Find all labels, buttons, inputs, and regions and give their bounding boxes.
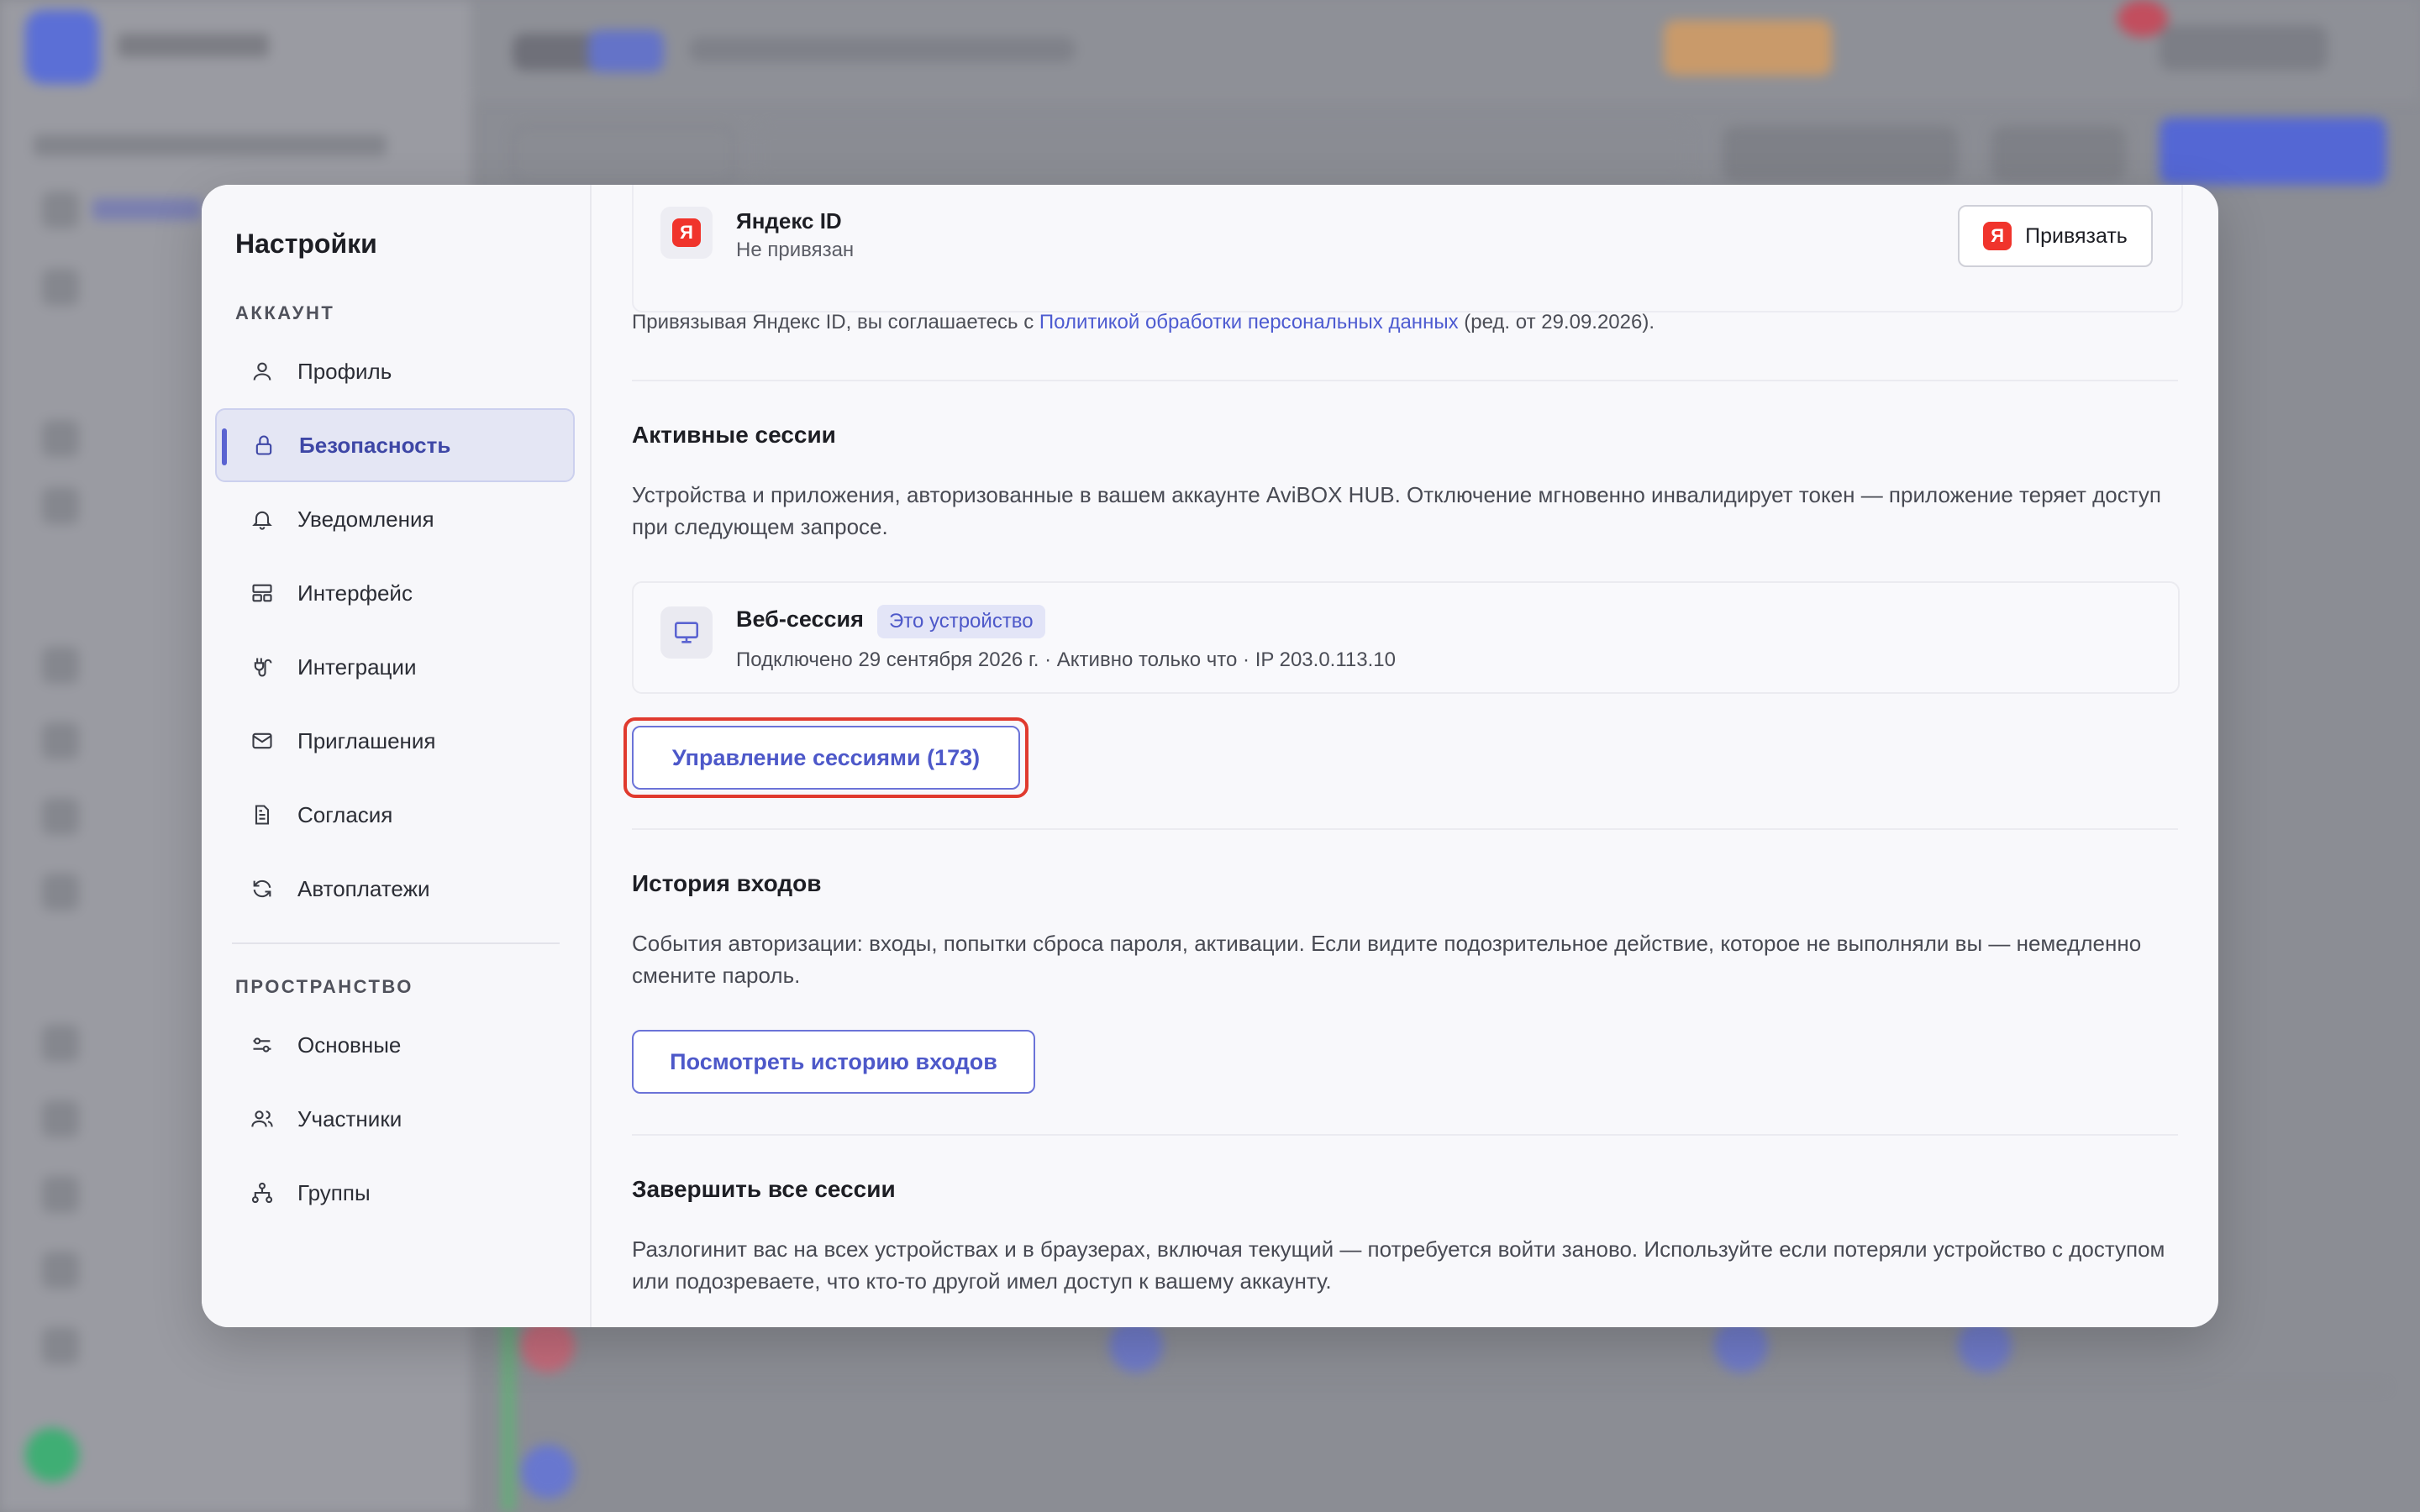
- space-section-label: ПРОСТРАНСТВО: [235, 976, 413, 997]
- bell-icon: [249, 506, 276, 533]
- bg-pill: [2160, 25, 2328, 71]
- document-icon: [249, 801, 276, 828]
- bg-line: [34, 134, 387, 156]
- bg-accent: [501, 1310, 516, 1512]
- app-logo: [25, 10, 99, 84]
- bg-line: [92, 198, 202, 220]
- bg-icon: [42, 192, 79, 228]
- nav-item-label: Согласия: [297, 801, 393, 827]
- bg-icon: [42, 722, 79, 759]
- plug-icon: [249, 654, 276, 680]
- nav-item-interface[interactable]: Интерфейс: [215, 556, 575, 630]
- active-sessions-heading: Активные сессии: [632, 422, 836, 448]
- this-device-badge: Это устройство: [877, 605, 1045, 638]
- sliders-icon: [249, 1032, 276, 1058]
- settings-content: × Я Яндекс ID Не привязан Я Привязать Пр…: [592, 185, 2218, 1327]
- brand-placeholder: [118, 34, 269, 57]
- manage-sessions-button[interactable]: Управление сессиями (173): [632, 726, 1020, 790]
- bg-pill: [2160, 118, 2386, 185]
- nav-item-label: Безопасность: [299, 432, 451, 458]
- session-title: Веб-сессия: [736, 606, 864, 632]
- yandex-status: Не привязан: [736, 239, 855, 261]
- bg-row: [504, 1386, 2386, 1388]
- bg-pill: [756, 126, 1689, 181]
- current-session-card: Веб-сессия Это устройство Подключено 29 …: [632, 581, 2180, 694]
- bg-icon: [42, 269, 79, 306]
- nav-item-groups[interactable]: Группы: [215, 1156, 575, 1230]
- bind-yandex-button[interactable]: Я Привязать: [1958, 205, 2153, 267]
- settings-modal: Настройки АККАУНТ Профиль Безопасность У…: [202, 185, 2218, 1327]
- nav-item-members[interactable]: Участники: [215, 1082, 575, 1156]
- bg-pill: [1664, 20, 1832, 76]
- nav-item-label: Уведомления: [297, 506, 434, 532]
- section-divider: [632, 380, 2178, 381]
- bg-icon: [42, 420, 79, 457]
- background-topbar: [471, 0, 2420, 101]
- yandex-consent-text: Привязывая Яндекс ID, вы соглашаетесь с …: [632, 311, 2218, 334]
- terminate-sessions-description: Разлогинит вас на всех устройствах и в б…: [632, 1236, 2165, 1294]
- consent-prefix: Привязывая Яндекс ID, вы соглашаетесь с: [632, 311, 1034, 333]
- bg-icon: [42, 1327, 79, 1364]
- nav-divider: [232, 942, 560, 944]
- login-history-description: События авторизации: входы, попытки сбро…: [632, 931, 2142, 988]
- bg-pill: [1723, 126, 1958, 181]
- nav-item-label: Интеграции: [297, 654, 417, 680]
- section-divider: [632, 1134, 2178, 1136]
- nav-item-general[interactable]: Основные: [215, 1008, 575, 1082]
- user-icon: [249, 358, 276, 385]
- bg-icon: [42, 874, 79, 911]
- bg-pill: [689, 37, 1076, 62]
- session-meta: Подключено 29 сентября 2026 г. · Активно…: [736, 648, 1396, 671]
- refresh-icon: [249, 875, 276, 902]
- user-avatar: [25, 1428, 79, 1482]
- bg-icon: [42, 1025, 79, 1062]
- login-history-heading: История входов: [632, 870, 822, 896]
- bg-dot: [521, 1445, 575, 1499]
- nav-item-autopayments[interactable]: Автоплатежи: [215, 852, 575, 926]
- nav-item-label: Автоплатежи: [297, 875, 430, 901]
- monitor-icon: [660, 606, 713, 659]
- privacy-policy-link[interactable]: Политикой обработки персональных данных: [1039, 311, 1459, 333]
- nav-item-profile[interactable]: Профиль: [215, 334, 575, 408]
- bind-label: Привязать: [2025, 223, 2128, 248]
- lock-icon: [250, 432, 277, 459]
- account-section-label: АККАУНТ: [235, 302, 335, 323]
- bg-icon: [42, 798, 79, 835]
- nav-item-consents[interactable]: Согласия: [215, 778, 575, 852]
- mail-icon: [249, 727, 276, 754]
- bg-icon: [42, 487, 79, 524]
- yandex-id-card: Я Яндекс ID Не привязан Я Привязать: [632, 185, 2183, 312]
- nav-item-label: Группы: [297, 1179, 371, 1205]
- view-login-history-button[interactable]: Посмотреть историю входов: [632, 1030, 1035, 1094]
- consent-suffix: (ред. от 29.09.2026).: [1464, 311, 1655, 333]
- users-icon: [249, 1105, 276, 1132]
- yandex-title: Яндекс ID: [736, 208, 842, 234]
- bg-icon: [42, 1176, 79, 1213]
- yandex-icon: Я: [660, 207, 713, 259]
- terminate-sessions-heading: Завершить все сессии: [632, 1176, 896, 1202]
- bg-icon: [42, 1100, 79, 1137]
- hierarchy-icon: [249, 1179, 276, 1206]
- yandex-badge: Я: [672, 218, 701, 247]
- nav-item-label: Профиль: [297, 358, 392, 384]
- nav-item-security[interactable]: Безопасность: [215, 408, 575, 482]
- yandex-icon: Я: [1983, 222, 2012, 250]
- bg-pill: [513, 126, 734, 185]
- nav-item-integrations[interactable]: Интеграции: [215, 630, 575, 704]
- active-sessions-description: Устройства и приложения, авторизованные …: [632, 482, 2161, 539]
- settings-title: Настройки: [235, 228, 377, 259]
- layout-icon: [249, 580, 276, 606]
- bg-icon: [42, 647, 79, 684]
- bg-pill: [588, 30, 664, 72]
- nav-item-invitations[interactable]: Приглашения: [215, 704, 575, 778]
- nav-item-label: Участники: [297, 1105, 402, 1131]
- nav-item-label: Основные: [297, 1032, 402, 1058]
- bg-pill: [1991, 126, 2126, 181]
- nav-item-label: Интерфейс: [297, 580, 413, 606]
- bg-icon: [42, 1252, 79, 1289]
- nav-item-notifications[interactable]: Уведомления: [215, 482, 575, 556]
- settings-nav: Настройки АККАУНТ Профиль Безопасность У…: [202, 185, 592, 1327]
- section-divider: [632, 828, 2178, 830]
- nav-item-label: Приглашения: [297, 727, 436, 753]
